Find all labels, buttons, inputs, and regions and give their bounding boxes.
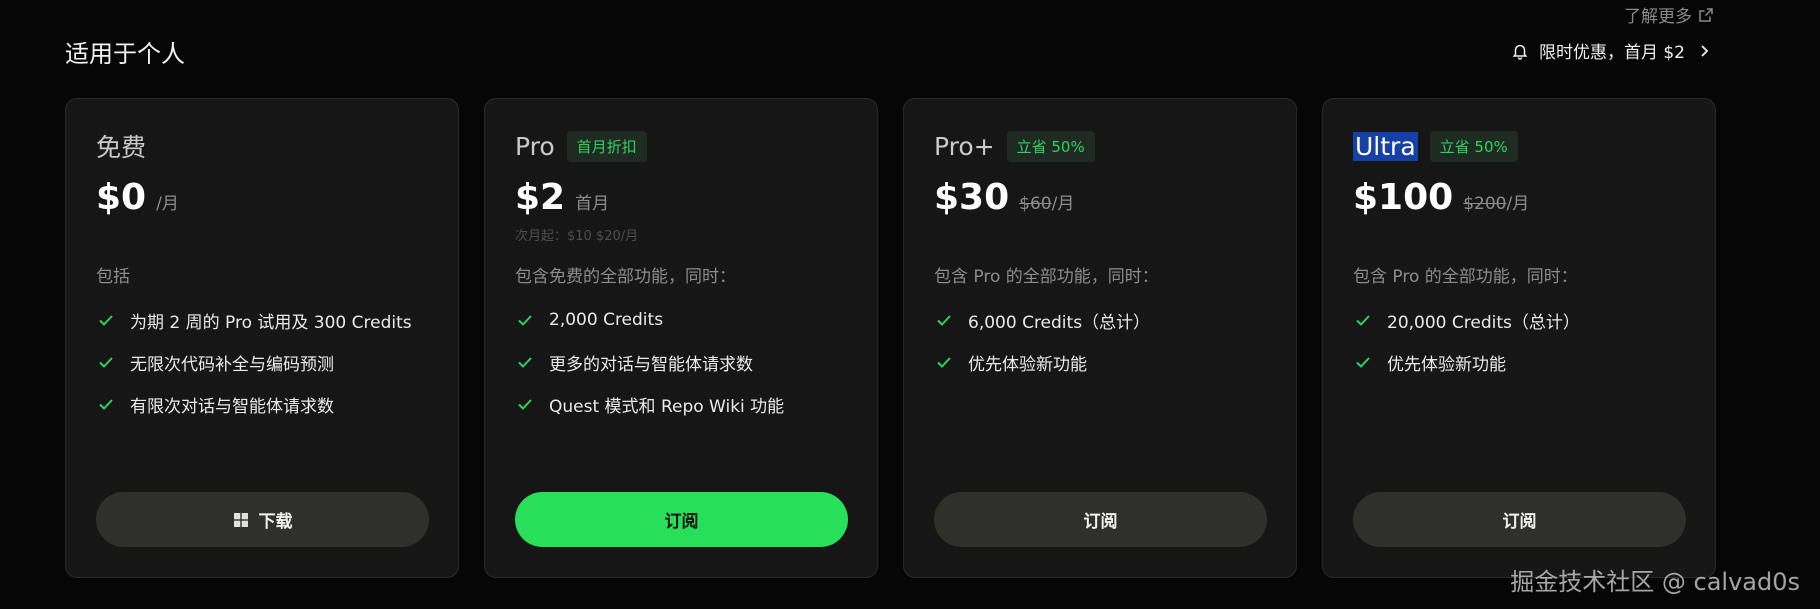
check-icon — [99, 315, 113, 326]
plan-cards: 免费 $0 /月 包括 为期 2 周的 Pro 试用及 300 Credits … — [65, 98, 1716, 578]
plan-card-free: 免费 $0 /月 包括 为期 2 周的 Pro 试用及 300 Credits … — [65, 98, 459, 578]
plan-intro: 包含免费的全部功能，同时： — [515, 267, 736, 287]
feature-list: 6,000 Credits（总计） 优先体验新功能 — [934, 299, 1150, 383]
feature-label: Quest 模式和 Repo Wiki 功能 — [549, 396, 785, 417]
plan-name: 免费 — [96, 133, 147, 162]
windows-icon — [233, 512, 248, 527]
bell-icon — [1512, 44, 1528, 60]
subscribe-button-ultra[interactable]: 订阅 — [1353, 492, 1686, 547]
next-month-price: 次月起：$10 $20/月 — [515, 229, 639, 244]
feature-label: 优先体验新功能 — [1387, 354, 1506, 375]
plan-header: Pro+ 立省 50% — [934, 129, 1095, 163]
discount-badge: 立省 50% — [1006, 130, 1095, 162]
plan-price: $2 — [515, 177, 566, 218]
feature-item: 20,000 Credits（总计） — [1353, 299, 1580, 341]
check-icon — [99, 399, 113, 410]
chevron-right-icon — [1701, 44, 1709, 57]
feature-item: Quest 模式和 Repo Wiki 功能 — [515, 383, 784, 425]
feature-item: 优先体验新功能 — [1353, 341, 1580, 383]
plan-card-pro-plus: Pro+ 立省 50% $30 $60/月 包含 Pro 的全部功能，同时： 6… — [903, 98, 1297, 578]
feature-item: 6,000 Credits（总计） — [934, 299, 1150, 341]
feature-item: 为期 2 周的 Pro 试用及 300 Credits — [96, 299, 412, 341]
price-row: $2 首月 — [515, 177, 609, 218]
plan-name: Ultra — [1353, 131, 1418, 161]
price-row: $100 $200/月 — [1353, 177, 1529, 218]
plan-intro: 包含 Pro 的全部功能，同时： — [1353, 267, 1578, 287]
watermark: 掘金技术社区 @ calvad0s — [1510, 568, 1800, 596]
feature-label: 6,000 Credits（总计） — [968, 312, 1151, 333]
download-button[interactable]: 下载 — [96, 492, 429, 547]
feature-item: 更多的对话与智能体请求数 — [515, 341, 784, 383]
plan-period: /月 — [1051, 194, 1075, 214]
feature-item: 无限次代码补全与编码预测 — [96, 341, 412, 383]
check-icon — [518, 399, 532, 410]
subscribe-label: 订阅 — [664, 512, 699, 532]
check-icon — [518, 357, 532, 368]
plan-name: Pro+ — [934, 131, 995, 161]
feature-item: 优先体验新功能 — [934, 341, 1150, 383]
plan-period: /月 — [1506, 194, 1530, 214]
subscribe-button-pro[interactable]: 订阅 — [515, 492, 848, 547]
feature-label: 无限次代码补全与编码预测 — [130, 354, 334, 375]
check-icon — [99, 357, 113, 368]
feature-label: 有限次对话与智能体请求数 — [130, 396, 334, 417]
subscribe-button-pro-plus[interactable]: 订阅 — [934, 492, 1267, 547]
discount-badge: 立省 50% — [1429, 130, 1518, 162]
check-icon — [937, 357, 951, 368]
original-price: $200 — [1463, 194, 1507, 214]
feature-item: 有限次对话与智能体请求数 — [96, 383, 412, 425]
plan-name: Pro — [515, 131, 555, 161]
feature-list: 为期 2 周的 Pro 试用及 300 Credits 无限次代码补全与编码预测… — [96, 299, 412, 425]
section-title: 适用于个人 — [65, 40, 185, 68]
plan-header: 免费 — [96, 129, 146, 163]
plan-header: Ultra 立省 50% — [1353, 129, 1518, 163]
check-icon — [937, 315, 951, 326]
price-detail: $200/月 — [1463, 189, 1529, 214]
check-icon — [518, 315, 532, 326]
plan-price: $0 — [96, 177, 147, 218]
external-link-icon — [1699, 7, 1713, 22]
feature-item: 2,000 Credits — [515, 299, 784, 341]
plan-price: $100 — [1353, 177, 1454, 218]
plan-intro: 包括 — [96, 267, 130, 287]
subscribe-label: 订阅 — [1083, 512, 1118, 532]
plan-header: Pro 首月折扣 — [515, 129, 647, 163]
original-price: $60 — [1019, 194, 1052, 214]
learn-more-link[interactable]: 了解更多 — [1624, 2, 1714, 27]
subscribe-label: 订阅 — [1502, 512, 1537, 532]
promo-link[interactable]: 限时优惠，首月 $2 — [1511, 38, 1713, 63]
plan-period: /月 — [156, 194, 179, 214]
price-detail: $60/月 — [1019, 189, 1074, 214]
discount-badge: 首月折扣 — [566, 130, 647, 162]
feature-list: 2,000 Credits 更多的对话与智能体请求数 Quest 模式和 Rep… — [515, 299, 784, 425]
plan-intro: 包含 Pro 的全部功能，同时： — [934, 267, 1159, 287]
feature-label: 优先体验新功能 — [968, 354, 1087, 375]
plan-period: 首月 — [575, 194, 610, 214]
check-icon — [1356, 315, 1370, 326]
plan-card-ultra: Ultra 立省 50% $100 $200/月 包含 Pro 的全部功能，同时… — [1322, 98, 1716, 578]
plan-price: $30 — [934, 177, 1010, 218]
learn-more-label: 了解更多 — [1624, 7, 1692, 27]
download-label: 下载 — [258, 512, 293, 532]
promo-label: 限时优惠，首月 $2 — [1538, 43, 1685, 63]
pricing-page: 了解更多 适用于个人 限时优惠，首月 $2 免费 $0 /月 包括 为期 2 周… — [0, 0, 1820, 609]
feature-label: 20,000 Credits（总计） — [1387, 312, 1580, 333]
feature-label: 为期 2 周的 Pro 试用及 300 Credits — [130, 312, 412, 333]
feature-label: 2,000 Credits — [549, 310, 664, 330]
plan-card-pro: Pro 首月折扣 $2 首月 次月起：$10 $20/月 包含免费的全部功能，同… — [484, 98, 878, 578]
check-icon — [1356, 357, 1370, 368]
price-row: $30 $60/月 — [934, 177, 1074, 218]
feature-list: 20,000 Credits（总计） 优先体验新功能 — [1353, 299, 1580, 383]
feature-label: 更多的对话与智能体请求数 — [549, 354, 753, 375]
price-row: $0 /月 — [96, 177, 179, 218]
